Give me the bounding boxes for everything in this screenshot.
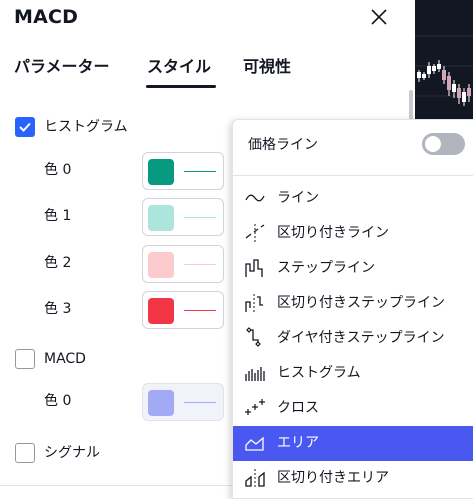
color-swatch [148, 205, 174, 231]
tab-style[interactable]: スタイル [147, 56, 211, 78]
macd-color-0-button[interactable] [142, 383, 224, 421]
histogram-icon [245, 367, 265, 381]
price-line-toggle[interactable] [422, 133, 465, 155]
line-preview [184, 217, 216, 218]
active-tab-indicator [146, 85, 216, 88]
histogram-label: ヒストグラム [44, 119, 128, 135]
plot-style-line[interactable]: ライン [233, 181, 473, 216]
plot-style-step-line-with-diamonds[interactable]: ダイヤ付きステップライン [233, 321, 473, 356]
line-with-breaks-icon [245, 224, 265, 242]
scrollbar[interactable] [409, 90, 413, 120]
signal-checkbox[interactable] [15, 443, 35, 463]
tab-visibility[interactable]: 可視性 [243, 56, 291, 78]
close-icon [371, 9, 387, 25]
macd-label: MACD [44, 351, 86, 367]
next-row-edge [0, 485, 232, 486]
plot-style-area-with-breaks[interactable]: 区切り付きエリア [233, 461, 473, 496]
checkmark-icon [19, 122, 31, 132]
price-line-row: 価格ライン [233, 120, 473, 170]
plot-style-line-with-breaks[interactable]: 区切り付きライン [233, 216, 473, 251]
line-preview [184, 264, 216, 265]
color-swatch [148, 252, 174, 278]
step-line-with-breaks-icon [245, 294, 263, 312]
cross-icon [245, 399, 265, 415]
histogram-checkbox[interactable] [15, 117, 35, 137]
line-preview [184, 171, 216, 172]
step-line-with-diamonds-icon [246, 327, 261, 347]
plot-style-step-line-with-breaks[interactable]: 区切り付きステップライン [233, 286, 473, 321]
histogram-color-1-button[interactable] [142, 198, 224, 236]
plot-style-cross[interactable]: クロス [233, 391, 473, 426]
histogram-color-0-button[interactable] [142, 152, 224, 190]
signal-label: シグナル [44, 445, 100, 461]
chart-candles [415, 35, 473, 106]
histogram-color-3-button[interactable] [142, 291, 224, 329]
chart-background [415, 0, 473, 122]
plot-style-histogram[interactable]: ヒストグラム [233, 356, 473, 391]
price-line-label: 価格ライン [248, 137, 318, 153]
color-swatch [148, 159, 174, 185]
line-icon [245, 194, 265, 202]
macd-color-0-label: 色 0 [44, 393, 72, 409]
dialog-title: MACD [14, 6, 79, 28]
color-1-label: 色 1 [44, 208, 72, 224]
dropdown-divider [233, 175, 473, 176]
plot-style-area[interactable]: エリア [233, 426, 473, 461]
step-line-icon [245, 259, 263, 277]
color-2-label: 色 2 [44, 255, 72, 271]
color-0-label: 色 0 [44, 162, 72, 178]
line-preview [184, 310, 216, 311]
area-icon [245, 436, 264, 451]
tab-parameters[interactable]: パラメーター [14, 56, 110, 78]
close-button[interactable] [367, 5, 391, 29]
histogram-color-2-button[interactable] [142, 245, 224, 283]
line-preview [184, 402, 216, 403]
area-with-breaks-icon [245, 469, 265, 487]
macd-checkbox[interactable] [15, 349, 35, 369]
plot-style-dropdown: 価格ライン ライン 区切り付きライン ステップライン 区切り付きステップライン [232, 119, 473, 499]
plot-style-step-line[interactable]: ステップライン [233, 251, 473, 286]
color-3-label: 色 3 [44, 301, 72, 317]
toggle-knob [425, 136, 441, 152]
color-swatch [148, 390, 174, 416]
color-swatch [148, 298, 174, 324]
